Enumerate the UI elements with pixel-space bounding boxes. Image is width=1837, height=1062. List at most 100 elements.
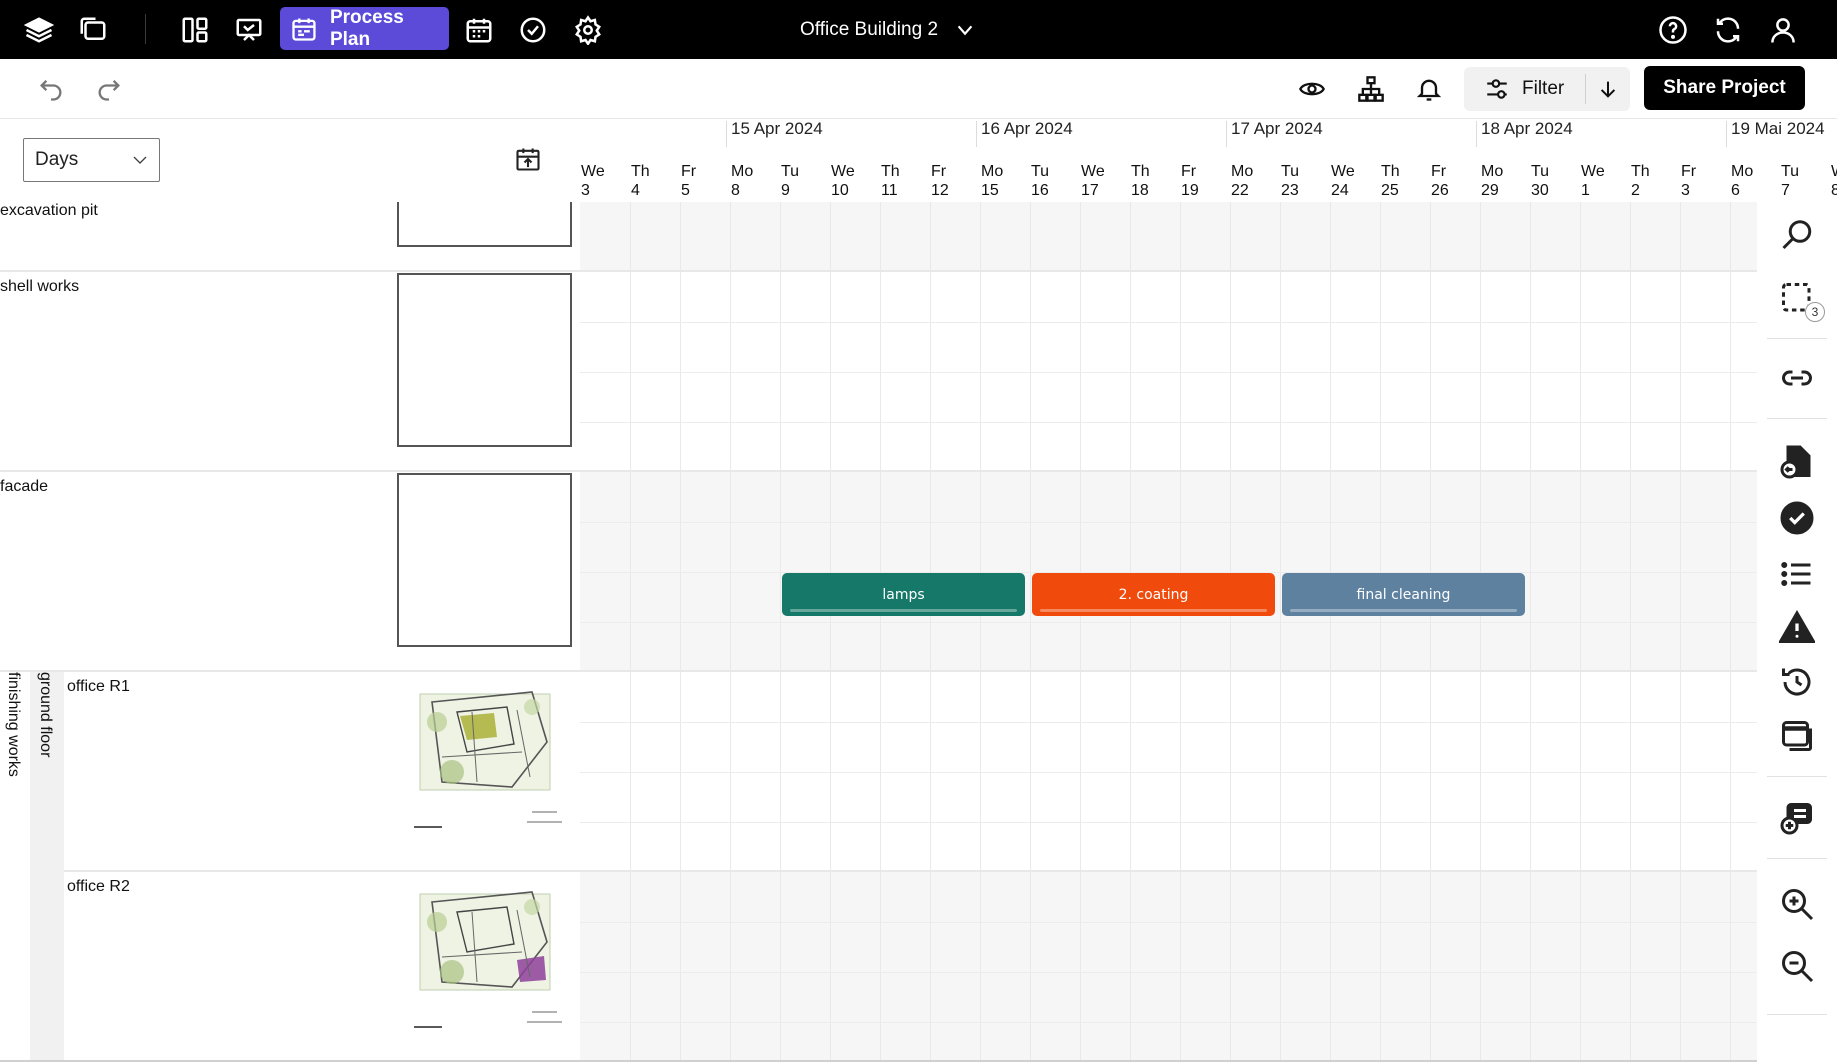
grid-line [1330, 272, 1331, 470]
grid-line [1230, 202, 1231, 272]
layers-window-icon[interactable] [1777, 716, 1817, 756]
day-of-week: Mo [1481, 163, 1504, 180]
zoom-in-icon[interactable] [1777, 884, 1817, 924]
grid-line [1480, 472, 1481, 670]
grid-line [830, 472, 831, 670]
grid-line [1530, 472, 1531, 670]
grid-line [980, 472, 981, 670]
filter-button[interactable]: Filter [1464, 76, 1585, 102]
grid-line [1530, 202, 1531, 272]
zoom-out-icon[interactable] [1777, 946, 1817, 986]
day-number: 10 [831, 182, 849, 199]
grid-line [1330, 672, 1331, 870]
filter-sliders-icon [1487, 79, 1507, 99]
check-circle-icon[interactable] [1777, 498, 1817, 538]
task-bar[interactable]: final cleaning [1282, 573, 1525, 616]
grid-line [730, 472, 731, 670]
row-grid[interactable] [580, 872, 1757, 1061]
warning-icon[interactable] [1777, 608, 1817, 648]
undo-icon[interactable] [29, 67, 73, 111]
grid-line [1230, 672, 1231, 870]
grid-line [1680, 472, 1681, 670]
grid-line [930, 202, 931, 272]
group-label-phase[interactable]: finishing works [0, 672, 30, 1061]
grid-line [1130, 872, 1131, 1061]
share-project-button[interactable]: Share Project [1644, 66, 1805, 110]
redo-icon[interactable] [87, 67, 131, 111]
task-bar[interactable]: lamps [782, 573, 1025, 616]
link-icon[interactable] [1777, 358, 1817, 398]
grid-line [1080, 472, 1081, 670]
layers-logo-icon[interactable] [12, 0, 66, 59]
grid-line [1430, 872, 1431, 1061]
row-grid[interactable] [580, 672, 1757, 870]
day-number: 11 [881, 182, 898, 199]
sync-refresh-icon[interactable] [1701, 0, 1755, 59]
time-scale-select[interactable]: Days [23, 138, 160, 182]
grid-line [1530, 672, 1531, 870]
dashboard-layout-icon[interactable] [168, 0, 222, 59]
day-column-header: Mo 6 [1731, 162, 1781, 200]
search-icon[interactable] [1777, 216, 1817, 256]
week-separator [976, 121, 977, 147]
calendar-icon[interactable] [452, 0, 506, 59]
tab-process-plan-label: Process Plan [329, 6, 404, 50]
presentation-board-icon[interactable] [222, 0, 276, 59]
history-icon[interactable] [1777, 662, 1817, 702]
grid-line [580, 922, 1757, 923]
row-grid[interactable] [580, 272, 1757, 470]
floor-plan-thumbnail[interactable] [412, 682, 566, 838]
day-of-week: Th [1631, 163, 1650, 180]
projects-folder-icon[interactable] [66, 0, 120, 59]
grid-line [1630, 872, 1631, 1061]
row-grid[interactable] [580, 202, 1757, 272]
grid-line [880, 272, 881, 470]
grid-line [780, 272, 781, 470]
divider [1767, 1014, 1827, 1015]
add-document-icon[interactable] [1777, 798, 1817, 838]
row-thumbnail[interactable] [397, 473, 572, 647]
week-separator [726, 121, 727, 147]
grid-line [1280, 202, 1281, 272]
grid-line [780, 472, 781, 670]
row-label-cell: shell works [0, 272, 580, 470]
list-icon[interactable] [1777, 554, 1817, 594]
jump-to-today-icon[interactable] [514, 145, 544, 175]
task-bar[interactable]: 2. coating [1032, 573, 1275, 616]
row-thumbnail[interactable] [397, 273, 572, 447]
check-circle-icon[interactable] [506, 0, 560, 59]
grid-line [780, 202, 781, 272]
grid-line [1280, 672, 1281, 870]
hierarchy-structure-icon[interactable] [1349, 67, 1393, 111]
day-of-week: Fr [1181, 163, 1197, 180]
row-grid[interactable] [580, 472, 1757, 670]
day-column-header: Mo 15 [981, 162, 1031, 200]
group-floor-label: ground floor [37, 672, 54, 758]
tab-process-plan[interactable]: Process Plan [280, 7, 449, 50]
help-icon[interactable] [1646, 0, 1700, 59]
sort-arrow-button[interactable] [1586, 78, 1630, 100]
group-label-floor[interactable]: ground floor [32, 672, 62, 1061]
day-of-week: We [1331, 163, 1355, 180]
project-selector[interactable]: Office Building 2 [800, 0, 976, 59]
day-number: 4 [631, 182, 640, 199]
grid-line [630, 272, 631, 470]
grid-line [1380, 272, 1381, 470]
row-label: excavation pit [0, 202, 98, 219]
row-thumbnail[interactable] [397, 202, 572, 247]
floor-plan-thumbnail[interactable] [412, 882, 566, 1038]
day-column-header: Th 11 [881, 162, 931, 200]
week-label: 19 Mai 2024 [1731, 119, 1825, 138]
document-export-icon[interactable] [1777, 442, 1817, 482]
day-of-week: We [581, 163, 605, 180]
selection-icon[interactable]: 3 [1777, 278, 1825, 322]
grid-line [730, 202, 731, 272]
row-header-panel: Days [0, 119, 580, 202]
grid-line [930, 872, 931, 1061]
settings-gear-icon[interactable] [561, 0, 615, 59]
notifications-bell-icon[interactable] [1407, 67, 1451, 111]
visibility-eye-icon[interactable] [1290, 67, 1334, 111]
user-profile-icon[interactable] [1756, 0, 1810, 59]
grid-line [880, 202, 881, 272]
grid-line [680, 202, 681, 272]
